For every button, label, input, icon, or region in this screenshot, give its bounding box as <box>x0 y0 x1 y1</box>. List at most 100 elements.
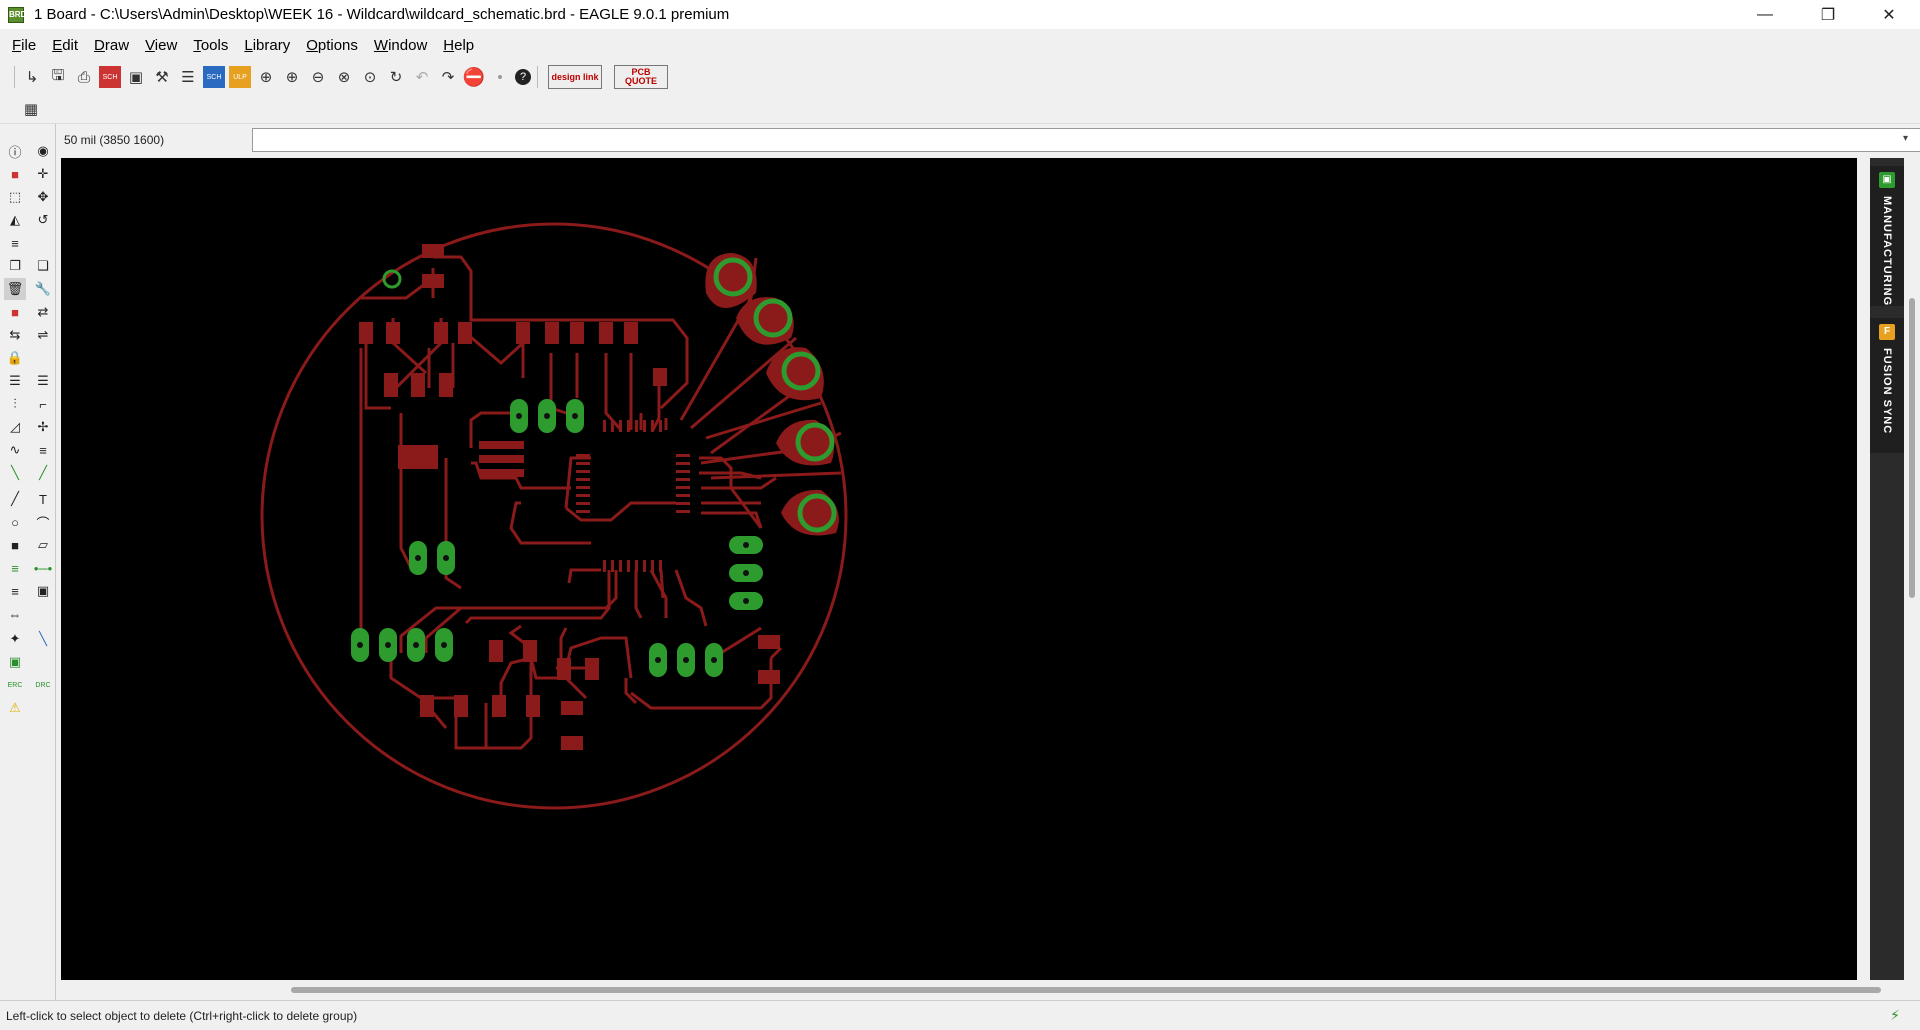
replace-icon[interactable]: ⇄ <box>32 301 54 323</box>
wire-icon[interactable]: ╱ <box>4 488 26 510</box>
signal-icon[interactable]: •─• <box>32 557 54 579</box>
pad <box>384 373 398 397</box>
smash-icon[interactable]: ⫶ <box>4 393 26 415</box>
copy-icon[interactable]: ❐ <box>4 255 26 277</box>
menu-draw[interactable]: Draw <box>86 37 137 54</box>
hole-icon[interactable]: ≡ <box>4 580 26 602</box>
move-icon[interactable]: ⬚ <box>4 186 26 208</box>
menu-tools[interactable]: Tools <box>185 37 236 54</box>
fusion-sync-tab[interactable]: F FUSION SYNC <box>1870 318 1904 453</box>
zoom-window-icon[interactable]: ⊙ <box>359 66 381 88</box>
save-icon[interactable]: 🖫 <box>47 66 69 88</box>
undo-icon[interactable]: ↶ <box>411 66 433 88</box>
optimize-wire-icon[interactable]: ✢ <box>32 416 54 438</box>
meander-icon[interactable]: ∿ <box>4 439 26 461</box>
vertical-scroll-thumb[interactable] <box>1909 298 1915 598</box>
swap-icon[interactable]: ⇆ <box>4 324 26 346</box>
manufacturing-icon[interactable]: ⚒ <box>151 66 173 88</box>
menu-view[interactable]: View <box>137 37 185 54</box>
optimize-icon[interactable]: ⇌ <box>32 324 54 346</box>
warning-icon[interactable]: ⚠ <box>4 697 26 719</box>
via-icon[interactable]: ≡ <box>4 557 26 579</box>
zoom-fit-icon[interactable]: ⊕ <box>255 66 277 88</box>
pad <box>545 322 559 344</box>
go-icon[interactable]: • <box>489 66 511 88</box>
lightning-icon[interactable]: ⚡ <box>1890 1007 1900 1024</box>
ratsnest-icon[interactable]: ✦ <box>4 628 26 650</box>
menu-edit[interactable]: Edit <box>44 37 86 54</box>
manufacturing-tab[interactable]: ▣ MANUFACTURING <box>1870 166 1904 306</box>
arc-icon[interactable]: ⌒ <box>32 511 54 533</box>
attribute-icon[interactable]: ▣ <box>32 580 54 602</box>
dimension-icon[interactable]: ⇔ <box>4 603 26 625</box>
add-icon[interactable]: ■ <box>4 301 26 323</box>
circle-icon[interactable]: ○ <box>4 511 26 533</box>
info-icon[interactable]: ⓘ <box>4 140 26 162</box>
menu-file[interactable]: File <box>4 37 44 54</box>
grid-icon[interactable]: ▦ <box>20 98 42 120</box>
drc-icon[interactable]: DRC <box>32 674 54 696</box>
design-link-button[interactable]: design link <box>548 65 602 89</box>
delete-icon[interactable]: 🗑 <box>4 278 26 300</box>
ulp-icon[interactable]: ULP <box>229 66 251 88</box>
script-icon[interactable]: SCH <box>203 66 225 88</box>
tool-palette: ⓘ ◉ ■ ✛ ⬚ ✥ ◭ ↺ ≡ ❐ ❑ 🗑 🔧 ■ ⇄ ⇆ ⇌ 🔒 ☰ ☰ ⫶ ⌐ ◿ ✢ ∿ ≡ … <box>0 124 56 1000</box>
redraw-icon[interactable]: ↻ <box>385 66 407 88</box>
mirror-icon[interactable]: ◭ <box>4 209 26 231</box>
polygon-icon[interactable]: ▱ <box>32 534 54 556</box>
horizontal-scroll-thumb[interactable] <box>291 987 1881 993</box>
move-arrows-icon[interactable]: ✥ <box>32 186 54 208</box>
rectangle-icon[interactable]: ■ <box>4 534 26 556</box>
blank-slot <box>32 232 54 254</box>
ripup-icon[interactable]: ╱ <box>32 462 54 484</box>
rotate-icon[interactable]: ↺ <box>32 209 54 231</box>
zoom-select-icon[interactable]: ⊗ <box>333 66 355 88</box>
minimize-button[interactable]: — <box>1742 0 1788 29</box>
autorouter-icon[interactable]: ╲ <box>32 628 54 650</box>
auto-icon[interactable]: ▣ <box>4 651 26 673</box>
pad <box>523 640 537 662</box>
menu-options[interactable]: Options <box>298 37 366 54</box>
miter-icon[interactable]: ⌐ <box>32 393 54 415</box>
pad <box>411 373 425 397</box>
library-icon[interactable]: ☰ <box>177 66 199 88</box>
value-icon[interactable]: ☰ <box>32 370 54 392</box>
lock-icon[interactable]: 🔒 <box>4 347 26 369</box>
board-canvas[interactable] <box>61 158 1857 980</box>
show-icon[interactable]: ◉ <box>32 140 54 162</box>
erc-icon[interactable]: ERC <box>4 674 26 696</box>
menu-window[interactable]: Window <box>366 37 435 54</box>
command-line-input[interactable] <box>252 128 1920 152</box>
open-icon[interactable]: ↳ <box>21 66 43 88</box>
name-icon[interactable]: ☰ <box>4 370 26 392</box>
pad <box>479 441 524 449</box>
pcb-quote-button[interactable]: PCB QUOTE <box>614 65 668 89</box>
vertical-scrollbar[interactable] <box>1904 158 1920 980</box>
align-icon[interactable]: ≡ <box>4 232 26 254</box>
text-icon[interactable]: T <box>32 488 54 510</box>
parameter-toolbar: ▦ <box>0 94 1920 124</box>
mark-icon[interactable]: ✛ <box>32 163 54 185</box>
help-icon[interactable]: ? <box>515 69 531 85</box>
route-icon[interactable]: ╲ <box>4 462 26 484</box>
close-button[interactable]: ✕ <box>1866 0 1912 29</box>
route-multiple-icon[interactable]: ≡ <box>32 439 54 461</box>
split-icon[interactable]: ◿ <box>4 416 26 438</box>
schematic-board-switch-icon[interactable]: SCH <box>99 66 121 88</box>
paste-icon[interactable]: ❑ <box>32 255 54 277</box>
stop-icon[interactable]: ⛔ <box>463 66 485 88</box>
pad <box>624 322 638 344</box>
command-history-dropdown-icon[interactable]: ▾ <box>1903 133 1908 144</box>
menu-library[interactable]: Library <box>236 37 298 54</box>
horizontal-scrollbar[interactable] <box>56 980 1920 1000</box>
restore-button[interactable]: ❐ <box>1805 0 1851 29</box>
change-icon[interactable]: 🔧 <box>32 278 54 300</box>
redo-icon[interactable]: ↷ <box>437 66 459 88</box>
blank-slot <box>32 651 54 673</box>
menu-help[interactable]: Help <box>435 37 482 54</box>
zoom-in-icon[interactable]: ⊕ <box>281 66 303 88</box>
print-icon[interactable]: ⎙ <box>73 66 95 88</box>
cam-processor-icon[interactable]: ▣ <box>125 66 147 88</box>
display-layers-icon[interactable]: ■ <box>4 163 26 185</box>
zoom-out-icon[interactable]: ⊖ <box>307 66 329 88</box>
